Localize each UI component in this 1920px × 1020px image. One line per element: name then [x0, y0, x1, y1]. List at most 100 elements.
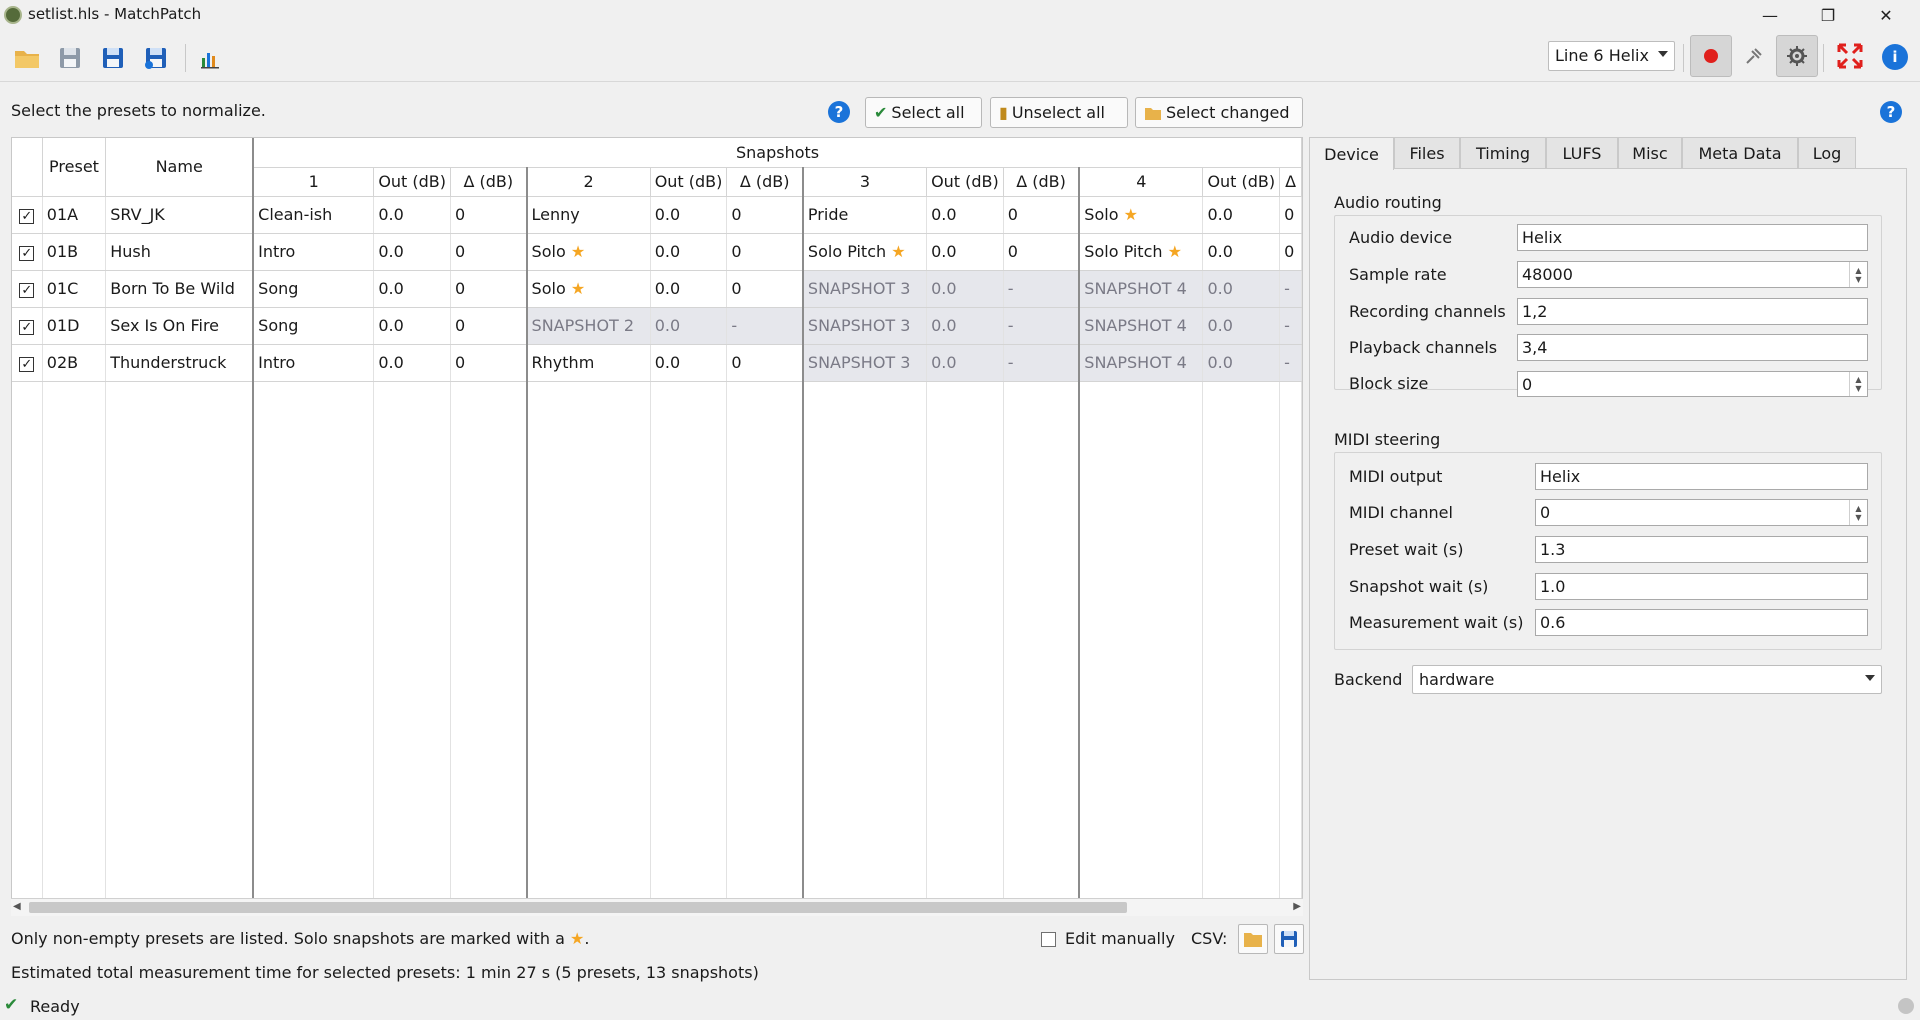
snapshot-wait-field[interactable]: 1.0 [1535, 573, 1868, 600]
tab-misc[interactable]: Misc [1618, 137, 1682, 169]
tab-log[interactable]: Log [1798, 137, 1856, 169]
out-cell[interactable]: 0.0 [926, 270, 1004, 308]
snapshot-name-cell[interactable]: Song [252, 270, 375, 308]
recording-channels-field[interactable]: 1,2 [1517, 298, 1868, 325]
delta-db-header[interactable]: Δ (dB) [1003, 167, 1080, 197]
info-icon[interactable]: i [1882, 44, 1908, 70]
snapshot-name-cell[interactable]: Pride [801, 196, 928, 234]
fullscreen-button[interactable] [1829, 35, 1871, 77]
delta-db-header-partial[interactable]: Δ [1279, 167, 1302, 197]
row-checkbox[interactable]: ✓ [19, 283, 35, 298]
snapshot-name-cell[interactable]: Song [252, 307, 375, 345]
out-cell[interactable]: 0.0 [373, 307, 452, 345]
out-cell[interactable]: 0.0 [926, 344, 1004, 382]
snapshot-1-header[interactable]: 1 [252, 167, 375, 197]
csv-import-button[interactable] [1238, 924, 1268, 954]
spin-arrows-icon[interactable]: ▲ ▼ [1849, 372, 1867, 396]
out-cell[interactable]: 0.0 [650, 270, 728, 308]
tab-lufs[interactable]: LUFS [1546, 137, 1618, 169]
tab-meta-data[interactable]: Meta Data [1682, 137, 1798, 169]
snapshot-name-cell[interactable]: Lenny [525, 196, 651, 234]
device-select[interactable]: Line 6 Helix [1548, 41, 1675, 71]
tab-device[interactable]: Device [1309, 137, 1394, 170]
row-select-cell[interactable]: ✓ [12, 196, 43, 234]
record-button[interactable] [1690, 35, 1732, 77]
open-folder-icon[interactable] [13, 44, 41, 72]
out-db-header[interactable]: Out (dB) [373, 167, 452, 197]
select-all-button[interactable]: ✔ Select all [865, 97, 982, 128]
tab-files[interactable]: Files [1394, 137, 1460, 169]
snapshot-name-cell[interactable]: SNAPSHOT 3 [801, 270, 928, 308]
out-db-header[interactable]: Out (dB) [926, 167, 1004, 197]
close-window-button[interactable]: ✕ [1858, 0, 1914, 30]
row-select-cell[interactable]: ✓ [12, 270, 43, 308]
snapshot-name-cell[interactable]: Solo ★ [525, 270, 651, 308]
snapshot-2-header[interactable]: 2 [525, 167, 651, 197]
out-cell[interactable]: 0.0 [1202, 196, 1281, 234]
out-cell[interactable]: 0.0 [373, 196, 452, 234]
snapshot-name-cell[interactable]: SNAPSHOT 4 [1078, 307, 1204, 345]
snapshot-3-header[interactable]: 3 [801, 167, 928, 197]
table-row[interactable]: ✓ 01B Hush Intro 0.0 0 Solo ★ 0.0 0 Solo… [12, 233, 1302, 271]
out-cell[interactable]: 0.0 [373, 233, 452, 271]
out-cell[interactable]: 0.0 [373, 270, 452, 308]
out-cell[interactable]: 0.0 [373, 344, 452, 382]
csv-export-button[interactable] [1274, 924, 1304, 954]
save-all-icon[interactable] [142, 44, 170, 72]
delta-db-header[interactable]: Δ (dB) [450, 167, 528, 197]
help-icon[interactable]: ? [828, 101, 850, 123]
row-checkbox[interactable]: ✓ [19, 209, 35, 224]
chart-icon[interactable] [196, 44, 224, 72]
row-checkbox[interactable]: ✓ [19, 246, 35, 261]
snapshot-name-cell[interactable]: SNAPSHOT 4 [1078, 344, 1204, 382]
tune-button[interactable] [1733, 35, 1775, 77]
snapshot-name-cell[interactable]: SNAPSHOT 3 [801, 307, 928, 345]
playback-channels-field[interactable]: 3,4 [1517, 334, 1868, 361]
row-checkbox[interactable]: ✓ [19, 357, 35, 372]
snapshot-name-cell[interactable]: Solo Pitch ★ [801, 233, 928, 271]
minimize-button[interactable]: — [1742, 0, 1798, 30]
table-row[interactable]: ✓ 01A SRV_JK Clean-ish 0.0 0 Lenny 0.0 0… [12, 196, 1302, 234]
snapshot-name-cell[interactable]: Clean-ish [252, 196, 375, 234]
row-checkbox[interactable]: ✓ [19, 320, 35, 335]
out-cell[interactable]: 0.0 [650, 233, 728, 271]
out-cell[interactable]: 0.0 [650, 307, 728, 345]
snapshot-name-cell[interactable]: SNAPSHOT 4 [1078, 270, 1204, 308]
measurement-wait-field[interactable]: 0.6 [1535, 609, 1868, 636]
row-select-cell[interactable]: ✓ [12, 233, 43, 271]
edit-manually-checkbox[interactable] [1041, 932, 1056, 947]
resize-grip-icon[interactable] [1898, 998, 1914, 1014]
out-cell[interactable]: 0.0 [926, 307, 1004, 345]
out-cell[interactable]: 0.0 [926, 196, 1004, 234]
table-row[interactable]: ✓ 02B Thunderstruck Intro 0.0 0 Rhythm 0… [12, 344, 1302, 382]
spin-arrows-icon[interactable]: ▲ ▼ [1849, 500, 1867, 525]
block-size-spinbox[interactable]: 0 ▲ ▼ [1517, 371, 1868, 397]
audio-device-field[interactable]: Helix [1517, 224, 1868, 251]
out-cell[interactable]: 0.0 [1202, 344, 1281, 382]
snapshot-name-cell[interactable]: SNAPSHOT 2 [525, 307, 651, 345]
horizontal-scrollbar[interactable]: ◀ ▶ [11, 898, 1303, 916]
out-cell[interactable]: 0.0 [650, 344, 728, 382]
snapshot-name-cell[interactable]: Solo Pitch ★ [1078, 233, 1204, 271]
scroll-left-icon[interactable]: ◀ [13, 901, 21, 912]
midi-output-field[interactable]: Helix [1535, 463, 1868, 490]
help-icon-right[interactable]: ? [1880, 101, 1902, 123]
save-icon[interactable] [56, 44, 84, 72]
delta-db-header[interactable]: Δ (dB) [726, 167, 804, 197]
out-db-header[interactable]: Out (dB) [1202, 167, 1281, 197]
snapshot-name-cell[interactable]: Solo ★ [525, 233, 651, 271]
tab-timing[interactable]: Timing [1460, 137, 1546, 169]
save-as-icon[interactable] [99, 44, 127, 72]
preset-wait-field[interactable]: 1.3 [1535, 536, 1868, 563]
snapshot-name-cell[interactable]: Rhythm [525, 344, 651, 382]
scrollbar-thumb[interactable] [29, 902, 1127, 913]
table-row[interactable]: ✓ 01C Born To Be Wild Song 0.0 0 Solo ★ … [12, 270, 1302, 308]
out-cell[interactable]: 0.0 [926, 233, 1004, 271]
snapshot-name-cell[interactable]: SNAPSHOT 3 [801, 344, 928, 382]
restore-button[interactable]: ❐ [1800, 0, 1856, 30]
scroll-right-icon[interactable]: ▶ [1293, 901, 1301, 912]
snapshot-name-cell[interactable]: Intro [252, 344, 375, 382]
sample-rate-spinbox[interactable]: 48000 ▲ ▼ [1517, 261, 1868, 288]
snapshot-name-cell[interactable]: Intro [252, 233, 375, 271]
table-row[interactable]: ✓ 01D Sex Is On Fire Song 0.0 0 SNAPSHOT… [12, 307, 1302, 345]
